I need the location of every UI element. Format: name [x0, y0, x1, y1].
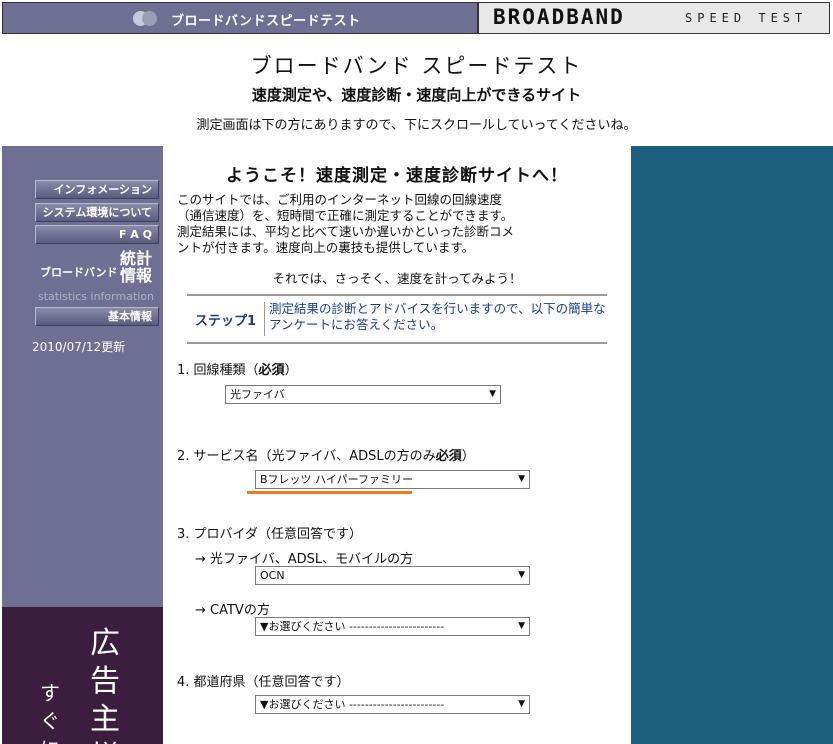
welcome-heading: ようこそ！速度測定・速度診断サイトへ！: [226, 166, 568, 186]
service-name-select[interactable]: Bフレッツ ハイパーファミリー ▼: [255, 470, 530, 489]
page-note: 測定画面は下の方にありますので、下にスクロールしていってくださいね。: [196, 118, 637, 133]
intro-text: このサイトでは、ご利用のインターネット回線の回線速度 （通信速度）を、短時間で正…: [177, 192, 577, 256]
prefecture-select[interactable]: ▼お選びください ------------------------ ▼: [255, 695, 530, 714]
step-divider: [264, 302, 265, 336]
select-value: ▼お選びください ------------------------: [260, 620, 445, 633]
question-prefecture: 4. 都道府県（任意回答です）: [177, 675, 350, 690]
top-banner: ブロードバンドスピードテスト BROADBAND SPEED TEST: [2, 2, 830, 34]
dropdown-arrow-icon: ▼: [518, 474, 525, 484]
intro-line: （通信速度）を、短時間で正確に測定することができます。: [177, 208, 514, 223]
banner-circles-icon: [133, 11, 165, 27]
ad-text-main: 広告主様: [90, 626, 120, 744]
select-value: 光ファイバ: [230, 388, 285, 401]
ad-text-sub: すぐに: [40, 681, 60, 744]
sidebar-stats-label[interactable]: ブロードバンド: [40, 264, 118, 280]
question-label-end: ）: [461, 449, 475, 464]
sidebar: インフォメーション システム環境について F A Q ブロードバンド 統計情報 …: [2, 146, 163, 744]
advertisement-banner[interactable]: 広告主様 すぐに: [2, 607, 163, 744]
question-label: 1. 回線種類（: [177, 363, 259, 378]
update-date: 2010/07/12更新: [32, 340, 126, 354]
sidebar-item-faq[interactable]: F A Q: [35, 225, 159, 244]
line-type-select[interactable]: 光ファイバ ▼: [225, 385, 501, 404]
provider-fiber-select[interactable]: OCN ▼: [255, 566, 530, 585]
provider-sub-label-catv: → CATVの方: [195, 603, 270, 618]
lets-measure-text: それでは、さっそく、速度を計ってみよう！: [272, 271, 522, 286]
provider-sub-label-fiber: → 光ファイバ、ADSL、モバイルの方: [195, 552, 414, 567]
provider-catv-select[interactable]: ▼お選びください ------------------------ ▼: [255, 617, 530, 636]
sidebar-stats-title[interactable]: 統計情報: [120, 250, 160, 284]
sidebar-item-basic-info[interactable]: 基本情報: [35, 307, 159, 326]
intro-line: 測定結果には、平均と比べて速いか遅いかといった診断コメ: [177, 224, 515, 239]
select-value: ▼お選びください ------------------------: [260, 698, 445, 711]
page-title: ブロードバンド スピードテスト: [250, 54, 583, 78]
question-label-end: ）: [284, 363, 298, 378]
question-service-name: 2. サービス名（光ファイバ、ADSLの方のみ必須）: [177, 445, 475, 464]
page-subtitle: 速度測定や、速度診断・速度向上ができるサイト: [251, 86, 582, 104]
step-box: ステップ1 測定結果の診断とアドバイスを行いますので、以下の簡単なアンケートにお…: [187, 294, 607, 344]
intro-line: ントが付きます。速度向上の裏技も提供しています。: [177, 240, 475, 255]
sidebar-item-information[interactable]: インフォメーション: [35, 180, 159, 199]
required-mark: 必須: [258, 363, 285, 378]
banner-left: ブロードバンドスピードテスト: [3, 3, 475, 33]
dropdown-arrow-icon: ▼: [518, 699, 525, 709]
question-line-type: 1. 回線種類（必須）: [177, 359, 298, 378]
required-mark: 必須: [435, 449, 462, 464]
dropdown-arrow-icon: ▼: [489, 389, 496, 399]
main-content: ようこそ！速度測定・速度診断サイトへ！ このサイトでは、ご利用のインターネット回…: [163, 146, 631, 744]
question-label: 2. サービス名（光ファイバ、ADSLの方のみ: [177, 449, 436, 464]
select-value: Bフレッツ ハイパーファミリー: [260, 473, 413, 486]
step-label: ステップ1: [195, 314, 257, 329]
dropdown-arrow-icon: ▼: [518, 570, 525, 580]
dropdown-arrow-icon: ▼: [518, 621, 525, 631]
banner-right-logo: BROADBAND SPEED TEST: [477, 3, 829, 33]
highlight-underline: [247, 491, 412, 494]
step-text: 測定結果の診断とアドバイスを行いますので、以下の簡単なアンケートにお答えください…: [269, 301, 606, 332]
intro-line: このサイトでは、ご利用のインターネット回線の回線速度: [177, 192, 503, 207]
sidebar-item-system[interactable]: システム環境について: [35, 203, 159, 222]
select-value: OCN: [260, 569, 285, 582]
banner-left-title: ブロードバンドスピードテスト: [171, 14, 361, 29]
sidebar-stats-subtitle: statistics information: [38, 290, 155, 303]
banner-logo-speedtest: SPEED TEST: [685, 11, 808, 25]
question-provider: 3. プロバイダ（任意回答です）: [177, 527, 363, 542]
right-column: [631, 146, 833, 744]
banner-logo-broadband: BROADBAND: [493, 5, 625, 29]
